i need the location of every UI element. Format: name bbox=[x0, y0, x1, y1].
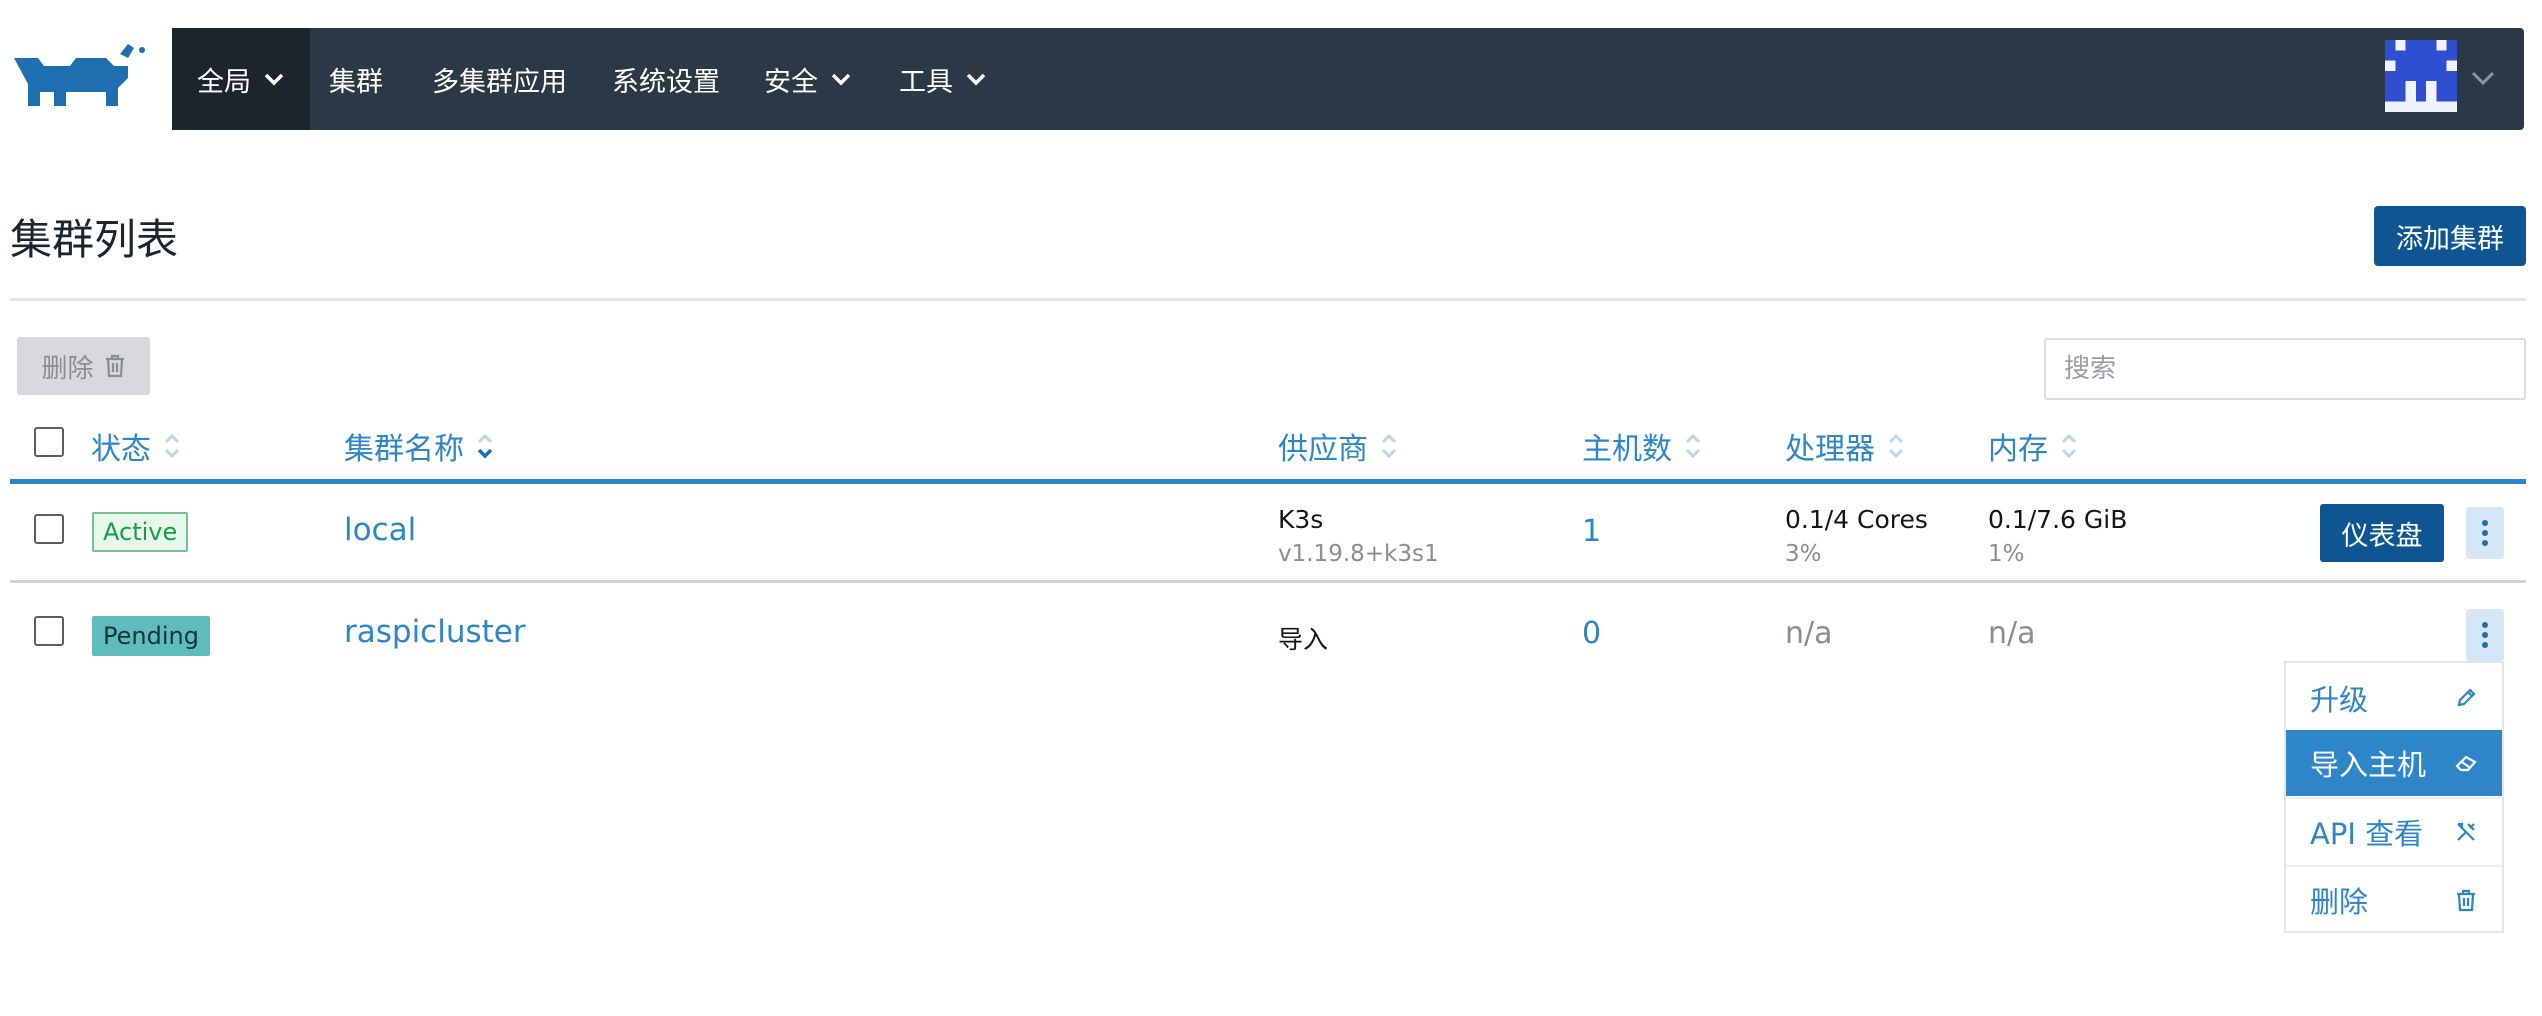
nav-tools-label: 工具 bbox=[899, 66, 953, 98]
provider-name: 导入 bbox=[1278, 625, 1329, 654]
chevron-down-icon bbox=[966, 73, 986, 86]
provider-name: K3s bbox=[1278, 505, 1324, 534]
nav-clusters-label: 集群 bbox=[329, 66, 383, 98]
sort-descending-icon bbox=[477, 433, 493, 459]
add-cluster-button[interactable]: 添加集群 bbox=[2374, 206, 2526, 266]
column-header-cpu[interactable]: 处理器 bbox=[1785, 424, 1905, 468]
user-menu-chevron-icon[interactable] bbox=[2469, 66, 2497, 90]
cpu-percent: 3% bbox=[1785, 541, 1822, 567]
provider-version: v1.19.8+k3s1 bbox=[1278, 541, 1439, 567]
nav-system-settings-label: 系统设置 bbox=[612, 66, 720, 98]
status-badge: Pending bbox=[92, 616, 210, 656]
nav-security[interactable]: 安全 bbox=[764, 28, 852, 130]
page-title: 集群列表 bbox=[10, 215, 179, 264]
pencil-icon bbox=[2457, 688, 2476, 707]
cluster-name-link[interactable]: local bbox=[344, 512, 416, 548]
bulk-delete-label: 删除 bbox=[41, 353, 94, 384]
memory-percent: 1% bbox=[1988, 541, 2025, 567]
sort-icon bbox=[2061, 433, 2077, 459]
cluster-name-link[interactable]: raspicluster bbox=[344, 614, 526, 650]
nav-global[interactable]: 全局 bbox=[172, 28, 310, 130]
nav-tools[interactable]: 工具 bbox=[899, 28, 987, 130]
host-count-link[interactable]: 0 bbox=[1582, 616, 1601, 651]
chevron-down-icon bbox=[264, 73, 284, 86]
table-header-divider bbox=[10, 479, 2526, 484]
trash-icon bbox=[2457, 889, 2475, 912]
nav-multi-cluster-apps-label: 多集群应用 bbox=[432, 66, 567, 98]
sort-icon bbox=[164, 433, 180, 459]
trash-icon bbox=[105, 354, 124, 378]
menu-item-delete-label: 删除 bbox=[2310, 885, 2369, 919]
cpu-usage: n/a bbox=[1785, 616, 1833, 651]
row-divider bbox=[10, 580, 2526, 583]
menu-item-import-host-label: 导入主机 bbox=[2310, 748, 2427, 782]
nav-security-label: 安全 bbox=[764, 66, 818, 98]
row-actions-kebab-icon[interactable] bbox=[2466, 609, 2504, 661]
menu-item-upgrade[interactable]: 升级 bbox=[2286, 665, 2502, 731]
sort-icon bbox=[1381, 433, 1397, 459]
column-header-provider[interactable]: 供应商 bbox=[1278, 424, 1398, 468]
column-header-cpu-label: 处理器 bbox=[1785, 432, 1875, 467]
row-checkbox[interactable] bbox=[34, 616, 64, 646]
nav-multi-cluster-apps[interactable]: 多集群应用 bbox=[432, 28, 567, 130]
chevron-down-icon bbox=[831, 73, 851, 86]
column-header-hosts[interactable]: 主机数 bbox=[1582, 424, 1702, 468]
rancher-logo[interactable] bbox=[10, 44, 150, 114]
column-header-memory-label: 内存 bbox=[1988, 432, 2048, 467]
menu-item-upgrade-label: 升级 bbox=[2310, 683, 2369, 717]
sort-icon bbox=[1685, 433, 1701, 459]
nav-system-settings[interactable]: 系统设置 bbox=[612, 28, 720, 130]
status-badge: Active bbox=[92, 512, 189, 552]
select-all-checkbox[interactable] bbox=[34, 427, 64, 457]
column-header-provider-label: 供应商 bbox=[1278, 432, 1368, 467]
row-checkbox[interactable] bbox=[34, 514, 64, 544]
sort-icon bbox=[1888, 433, 1904, 459]
avatar-icon[interactable] bbox=[2385, 40, 2457, 112]
memory-usage: n/a bbox=[1988, 616, 2036, 651]
column-header-cluster-name[interactable]: 集群名称 bbox=[344, 424, 494, 468]
divider bbox=[10, 298, 2526, 301]
nav-clusters[interactable]: 集群 bbox=[329, 28, 383, 130]
bulk-delete-button[interactable]: 删除 bbox=[17, 337, 150, 395]
menu-item-import-host[interactable]: 导入主机 bbox=[2286, 730, 2502, 796]
column-header-hosts-label: 主机数 bbox=[1582, 432, 1672, 467]
menu-item-view-api[interactable]: API 查看 bbox=[2286, 799, 2502, 865]
row-actions-menu: 升级 导入主机 API 查看 删除 bbox=[2284, 661, 2504, 933]
column-header-status[interactable]: 状态 bbox=[91, 424, 181, 468]
cpu-usage: 0.1/4 Cores bbox=[1785, 505, 1928, 534]
nav-global-label: 全局 bbox=[197, 66, 251, 98]
menu-item-view-api-label: API 查看 bbox=[2310, 817, 2424, 851]
column-header-memory[interactable]: 内存 bbox=[1988, 424, 2078, 468]
search-input[interactable] bbox=[2044, 338, 2526, 400]
eraser-icon bbox=[2455, 755, 2477, 772]
top-navigation-bar: 全局 集群 多集群应用 系统设置 安全 工具 bbox=[172, 28, 2524, 130]
tools-icon bbox=[2457, 822, 2475, 841]
host-count-link[interactable]: 1 bbox=[1582, 514, 1601, 549]
row-actions-kebab-icon[interactable] bbox=[2466, 507, 2504, 559]
column-header-cluster-name-label: 集群名称 bbox=[344, 432, 464, 467]
dashboard-button[interactable]: 仪表盘 bbox=[2320, 504, 2444, 562]
column-header-status-label: 状态 bbox=[91, 432, 151, 467]
menu-item-delete[interactable]: 删除 bbox=[2286, 867, 2502, 933]
memory-usage: 0.1/7.6 GiB bbox=[1988, 505, 2128, 534]
